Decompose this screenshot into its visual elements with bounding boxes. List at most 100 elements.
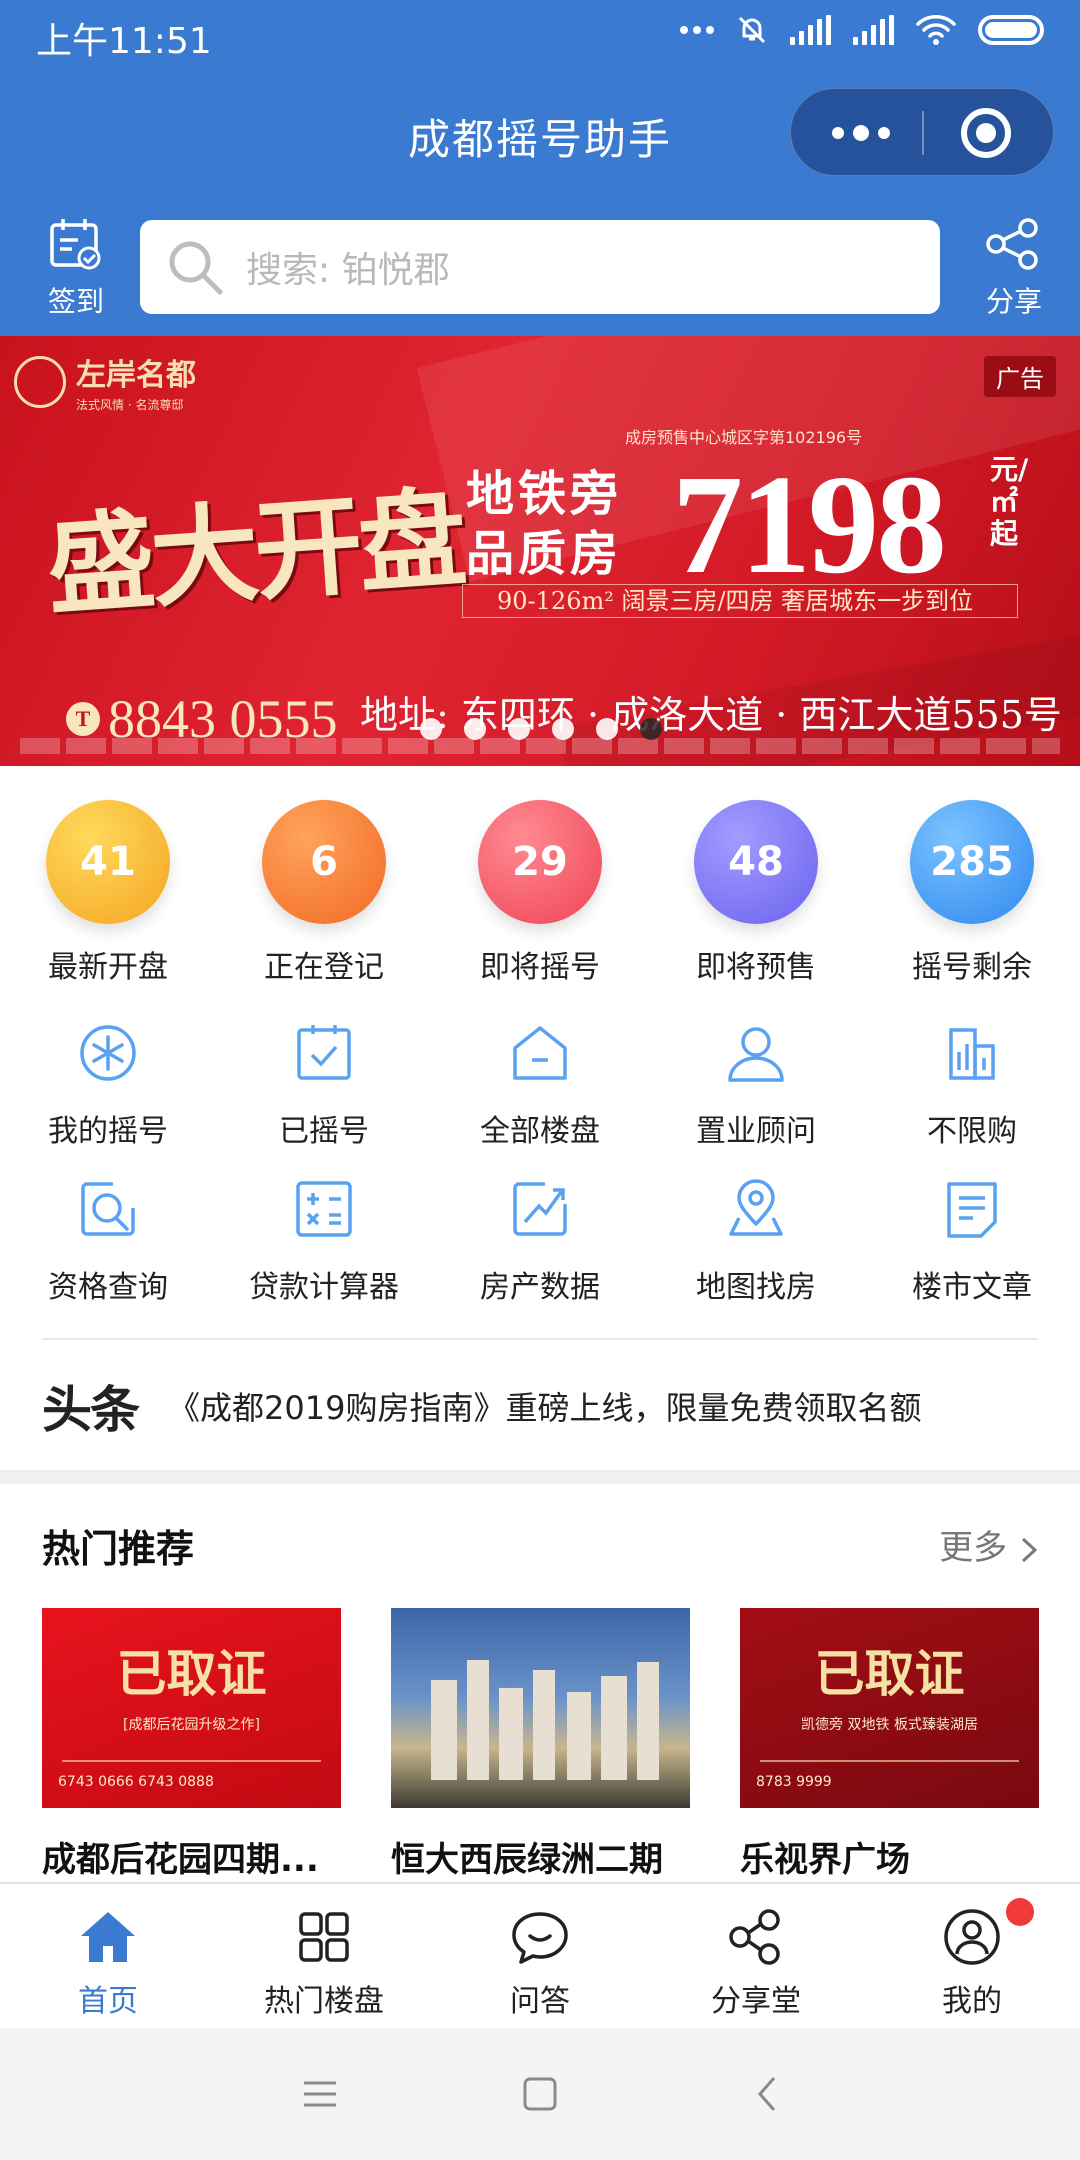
more-menu-button[interactable] <box>821 113 901 153</box>
stat-label: 即将摇号 <box>480 950 600 985</box>
grid-item-advisor[interactable]: 置业顾问 <box>648 1022 864 1150</box>
search-placeholder: 搜索: 铂悦郡 <box>246 250 450 291</box>
calendar-check-icon <box>50 219 101 270</box>
checklist-icon <box>297 1025 351 1080</box>
carousel-dot[interactable] <box>508 718 530 740</box>
signin-button[interactable]: 签到 <box>36 216 116 320</box>
brand-sub: 法式风情 · 名流尊邸 <box>76 398 184 412</box>
home-icon <box>81 1912 135 1962</box>
grid-item-articles[interactable]: 楼市文章 <box>864 1178 1080 1306</box>
cert-subtitle: 凯德旁 双地铁 板式臻装湖居 <box>801 1717 978 1733</box>
share-icon <box>729 1909 780 1965</box>
grid-item-all-properties[interactable]: 全部楼盘 <box>432 1022 648 1150</box>
news-headline[interactable]: 《成都2019购房指南》重磅上线，限量免费领取名额 <box>168 1383 921 1429</box>
grid-item-property-data[interactable]: 房产数据 <box>432 1178 648 1306</box>
signal-icon <box>790 15 831 45</box>
toutiao-logo: 头条 <box>42 1381 140 1439</box>
section-gap <box>0 1470 1080 1484</box>
divider <box>42 1338 1038 1340</box>
banner-price: 7198 <box>672 445 947 603</box>
cert-title: 已取证 <box>814 1644 965 1703</box>
stat-circle: 29 <box>478 800 602 924</box>
ad-banner[interactable]: 广告 左岸名都 法式风情 · 名流尊邸 成房预售中心城区字第102196号 盛大… <box>0 336 1080 766</box>
stat-circle: 285 <box>910 800 1034 924</box>
section-title: 热门推荐 <box>42 1527 195 1571</box>
property-name: 恒大西辰绿洲二期 <box>391 1840 663 1880</box>
status-time: 上午11:51 <box>36 21 212 62</box>
carousel-dot-active[interactable] <box>640 718 662 740</box>
share-label: 分享 <box>985 285 1042 318</box>
chat-icon <box>512 1912 568 1964</box>
tab-label: 问答 <box>510 1984 570 2019</box>
stat-label: 最新开盘 <box>48 950 168 985</box>
grid-item-loan-calculator[interactable]: 贷款计算器 <box>216 1178 432 1306</box>
stats-row: 41 最新开盘 6 正在登记 29 即将摇号 48 即将预售 285 摇号剩余 <box>0 800 1080 986</box>
signal-2-icon <box>853 15 894 45</box>
grid-icon <box>299 1912 349 1962</box>
snowflake-icon <box>80 1025 136 1081</box>
feature-grid-row-2: 资格查询 贷款计算器 房产数据 地图找房 楼市文章 <box>0 1178 1080 1306</box>
stat-lottery-remaining[interactable]: 285 摇号剩余 <box>864 800 1080 986</box>
property-card[interactable]: 恒大西辰绿洲二期 <box>391 1608 690 1881</box>
search-doc-icon <box>81 1182 135 1236</box>
notification-badge <box>1006 1898 1034 1926</box>
grid-item-drawn[interactable]: 已摇号 <box>216 1022 432 1150</box>
banner-price-unit: 元/㎡起 <box>990 453 1029 550</box>
wifi-icon <box>916 15 956 45</box>
carousel-dot[interactable] <box>596 718 618 740</box>
cert-title: 已取证 <box>116 1644 267 1703</box>
property-card[interactable]: 已取证 [成都后花园升级之作] 6743 0666 6743 0888 成都后花… <box>42 1608 341 1881</box>
banner-fine-print <box>20 738 1060 754</box>
banner-headline: 盛大开盘 <box>42 475 467 631</box>
grid-label: 全部楼盘 <box>480 1114 600 1149</box>
property-card[interactable]: 已取证 凯德旁 双地铁 板式臻装湖居 8783 9999 乐视界广场 <box>740 1608 1039 1881</box>
mini-program-capsule <box>790 88 1054 176</box>
close-miniprogram-button[interactable] <box>961 108 1011 158</box>
carousel-indicator[interactable] <box>420 718 662 740</box>
brand-name: 左岸名都 <box>76 358 196 393</box>
tab-home[interactable]: 首页 <box>0 1884 216 2028</box>
carousel-dot[interactable] <box>464 718 486 740</box>
phone-icon: T <box>66 702 100 736</box>
share-icon <box>986 218 1038 270</box>
trend-chart-icon <box>513 1182 567 1236</box>
stat-latest-opening[interactable]: 41 最新开盘 <box>0 800 216 986</box>
tab-label: 热门楼盘 <box>264 1984 384 2019</box>
grid-item-map-search[interactable]: 地图找房 <box>648 1178 864 1306</box>
status-icons <box>680 14 1044 46</box>
stat-upcoming-presale[interactable]: 48 即将预售 <box>648 800 864 986</box>
back-icon[interactable] <box>748 2074 788 2114</box>
feature-grid-row-1: 我的摇号 已摇号 全部楼盘 置业顾问 不限购 <box>0 1022 1080 1150</box>
stat-label: 摇号剩余 <box>912 950 1032 985</box>
more-notifications-icon <box>680 26 714 34</box>
stat-circle: 6 <box>262 800 386 924</box>
tab-label: 我的 <box>942 1984 1002 2019</box>
status-bar: 上午11:51 <box>0 0 1080 70</box>
ad-badge: 广告 <box>984 356 1056 397</box>
system-nav-bar <box>0 2028 1080 2160</box>
property-name: 乐视界广场 <box>740 1840 910 1880</box>
carousel-dot[interactable] <box>420 718 442 740</box>
share-button[interactable]: 分享 <box>966 216 1062 320</box>
stat-label: 正在登记 <box>264 950 384 985</box>
tab-qa[interactable]: 问答 <box>432 1884 648 2028</box>
news-ticker[interactable]: 头条 《成都2019购房指南》重磅上线，限量免费领取名额 <box>42 1374 1042 1439</box>
menu-icon[interactable] <box>300 2074 340 2114</box>
grid-item-unrestricted[interactable]: 不限购 <box>864 1022 1080 1150</box>
more-link[interactable]: 更多 <box>939 1520 1040 1569</box>
search-input[interactable]: 搜索: 铂悦郡 <box>140 220 940 314</box>
tab-profile[interactable]: 我的 <box>864 1884 1080 2028</box>
home-square-icon[interactable] <box>520 2074 560 2114</box>
tab-share-hall[interactable]: 分享堂 <box>648 1884 864 2028</box>
grid-item-my-lottery[interactable]: 我的摇号 <box>0 1022 216 1150</box>
stat-registering[interactable]: 6 正在登记 <box>216 800 432 986</box>
lion-logo-icon <box>14 355 66 408</box>
property-image: 已取证 凯德旁 双地铁 板式臻装湖居 8783 9999 <box>740 1608 1039 1808</box>
grid-item-eligibility[interactable]: 资格查询 <box>0 1178 216 1306</box>
carousel-dot[interactable] <box>552 718 574 740</box>
stat-upcoming-lottery[interactable]: 29 即将摇号 <box>432 800 648 986</box>
tab-hot-properties[interactable]: 热门楼盘 <box>216 1884 432 2028</box>
stat-label: 即将预售 <box>696 950 816 985</box>
person-icon <box>728 1027 784 1082</box>
buildings-icon <box>949 1028 995 1080</box>
